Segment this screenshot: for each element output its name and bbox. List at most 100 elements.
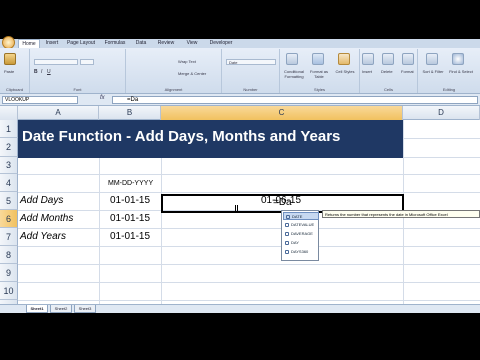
row-header-8[interactable]: 8 bbox=[0, 246, 18, 264]
mouse-cursor-icon bbox=[235, 205, 238, 212]
sheet-tab-bar: Sheet1 Sheet2 Sheet3 bbox=[0, 304, 480, 313]
row-header-9[interactable]: 9 bbox=[0, 264, 18, 282]
cell-a5[interactable]: Add Days bbox=[20, 195, 63, 206]
function-icon bbox=[285, 232, 289, 236]
cell-a7[interactable]: Add Years bbox=[20, 231, 66, 242]
conditional-formatting-icon[interactable] bbox=[286, 53, 298, 65]
select-all-corner[interactable] bbox=[0, 106, 18, 120]
column-header-bar: A B C D bbox=[0, 106, 480, 120]
format-label[interactable]: Format bbox=[401, 69, 414, 74]
function-icon bbox=[285, 223, 289, 227]
cell-a6[interactable]: Add Months bbox=[20, 213, 73, 224]
delete-label[interactable]: Delete bbox=[381, 69, 393, 74]
cell-b5[interactable]: 01-01-15 bbox=[110, 195, 150, 206]
row-header-4[interactable]: 4 bbox=[0, 174, 18, 192]
tab-data[interactable]: Data bbox=[132, 39, 150, 48]
alignment-group-label: Alignment bbox=[164, 87, 183, 92]
function-icon bbox=[285, 250, 289, 254]
number-format-value: Date bbox=[229, 60, 238, 65]
sort-filter-label[interactable]: Sort & Filter bbox=[420, 69, 446, 74]
editing-group: Sort & Filter Find & Select Editing bbox=[418, 49, 480, 93]
format-as-table-label[interactable]: Format as Table bbox=[308, 69, 330, 79]
font-style-buttons[interactable]: B I U bbox=[34, 69, 94, 75]
clipboard-group-label: Clipboard bbox=[5, 87, 24, 92]
column-header-b[interactable]: B bbox=[99, 106, 161, 120]
row-header-6[interactable]: 6 bbox=[0, 210, 18, 228]
row-header-7[interactable]: 7 bbox=[0, 228, 18, 246]
wrap-text-button[interactable]: Wrap Text bbox=[178, 59, 196, 64]
cell-c6-edit-text[interactable]: =Da bbox=[273, 197, 292, 208]
sheet-tab-2[interactable]: Sheet2 bbox=[50, 305, 72, 313]
sheet-tab-1[interactable]: Sheet1 bbox=[26, 305, 48, 313]
tab-view[interactable]: View bbox=[182, 39, 202, 48]
cell-b7[interactable]: 01-01-15 bbox=[110, 231, 150, 242]
letterbox-top bbox=[0, 0, 480, 39]
delete-icon[interactable] bbox=[382, 53, 394, 65]
tab-insert[interactable]: Insert bbox=[42, 39, 62, 48]
cells-group: Insert Delete Format Cells bbox=[360, 49, 418, 93]
tab-page-layout[interactable]: Page Layout bbox=[64, 39, 98, 48]
gridline bbox=[18, 282, 480, 283]
alignment-group: Wrap Text Merge & Center Alignment bbox=[126, 49, 222, 93]
font-name-box[interactable] bbox=[34, 59, 78, 65]
row-header-5[interactable]: 5 bbox=[0, 192, 18, 210]
gridline bbox=[18, 246, 480, 247]
formula-bar: VLOOKUP fx =Da bbox=[0, 94, 480, 106]
tab-home[interactable]: Home bbox=[18, 39, 40, 48]
gridline bbox=[18, 192, 480, 193]
paste-icon[interactable] bbox=[4, 53, 16, 65]
letterbox-bottom bbox=[0, 313, 480, 360]
paste-label[interactable]: Paste bbox=[4, 69, 14, 74]
column-header-d[interactable]: D bbox=[403, 106, 480, 120]
insert-label[interactable]: Insert bbox=[362, 69, 372, 74]
gridline bbox=[18, 264, 480, 265]
font-size-box[interactable] bbox=[80, 59, 94, 65]
gridline bbox=[18, 300, 480, 301]
tab-review[interactable]: Review bbox=[154, 39, 178, 48]
excel-window: Home Insert Page Layout Formulas Data Re… bbox=[0, 0, 480, 360]
find-select-icon[interactable] bbox=[452, 53, 464, 65]
sheet-tab-3[interactable]: Sheet3 bbox=[74, 305, 96, 313]
cell-b6[interactable]: 01-01-15 bbox=[110, 213, 150, 224]
function-icon bbox=[286, 215, 290, 219]
column-header-a[interactable]: A bbox=[18, 106, 99, 120]
sheet-title: Date Function - Add Days, Months and Yea… bbox=[22, 128, 341, 145]
number-group-label: Number bbox=[243, 87, 258, 92]
autocomplete-item[interactable]: DATE bbox=[283, 212, 319, 220]
row-header-10[interactable]: 10 bbox=[0, 282, 18, 300]
column-header-c[interactable]: C bbox=[161, 106, 403, 120]
conditional-formatting-label[interactable]: Conditional Formatting bbox=[282, 69, 306, 79]
format-as-table-icon[interactable] bbox=[312, 53, 324, 65]
sort-filter-icon[interactable] bbox=[426, 53, 438, 65]
number-format-box[interactable]: Date bbox=[226, 59, 276, 65]
font-group: B I U Font bbox=[30, 49, 126, 93]
formula-input[interactable]: =Da bbox=[112, 96, 478, 104]
merge-center-button[interactable]: Merge & Center bbox=[178, 71, 206, 76]
autocomplete-item[interactable]: DAY bbox=[283, 239, 319, 247]
function-autocomplete-list[interactable]: DATE DATEVALUE DAVERAGE DAY DAYS360 bbox=[281, 210, 319, 261]
fx-icon[interactable]: fx bbox=[100, 95, 105, 101]
row-header-3[interactable]: 3 bbox=[0, 157, 18, 174]
clipboard-group: Paste Clipboard bbox=[0, 49, 30, 93]
styles-group-label: Styles bbox=[314, 87, 325, 92]
cell-styles-icon[interactable] bbox=[338, 53, 350, 65]
tab-formulas[interactable]: Formulas bbox=[102, 39, 128, 48]
font-group-label: Font bbox=[73, 87, 82, 92]
function-icon bbox=[285, 241, 289, 245]
cells-group-label: Cells bbox=[384, 87, 393, 92]
row-header-1[interactable]: 1 bbox=[0, 120, 18, 138]
editing-group-label: Editing bbox=[442, 87, 456, 92]
name-box[interactable]: VLOOKUP bbox=[2, 96, 78, 104]
gridline bbox=[18, 174, 480, 175]
insert-icon[interactable] bbox=[362, 53, 374, 65]
tab-developer[interactable]: Developer bbox=[206, 39, 236, 48]
cell-styles-label[interactable]: Cell Styles bbox=[334, 69, 356, 74]
format-icon[interactable] bbox=[402, 53, 414, 65]
autocomplete-item[interactable]: DAVERAGE bbox=[283, 230, 319, 238]
cell-b4[interactable]: MM-DD-YYYY bbox=[108, 180, 153, 187]
autocomplete-item[interactable]: DAYS360 bbox=[283, 248, 319, 256]
autocomplete-item[interactable]: DATEVALUE bbox=[283, 221, 319, 229]
number-group: Date Number bbox=[222, 49, 280, 93]
row-header-2[interactable]: 2 bbox=[0, 138, 18, 157]
find-select-label[interactable]: Find & Select bbox=[448, 69, 474, 74]
